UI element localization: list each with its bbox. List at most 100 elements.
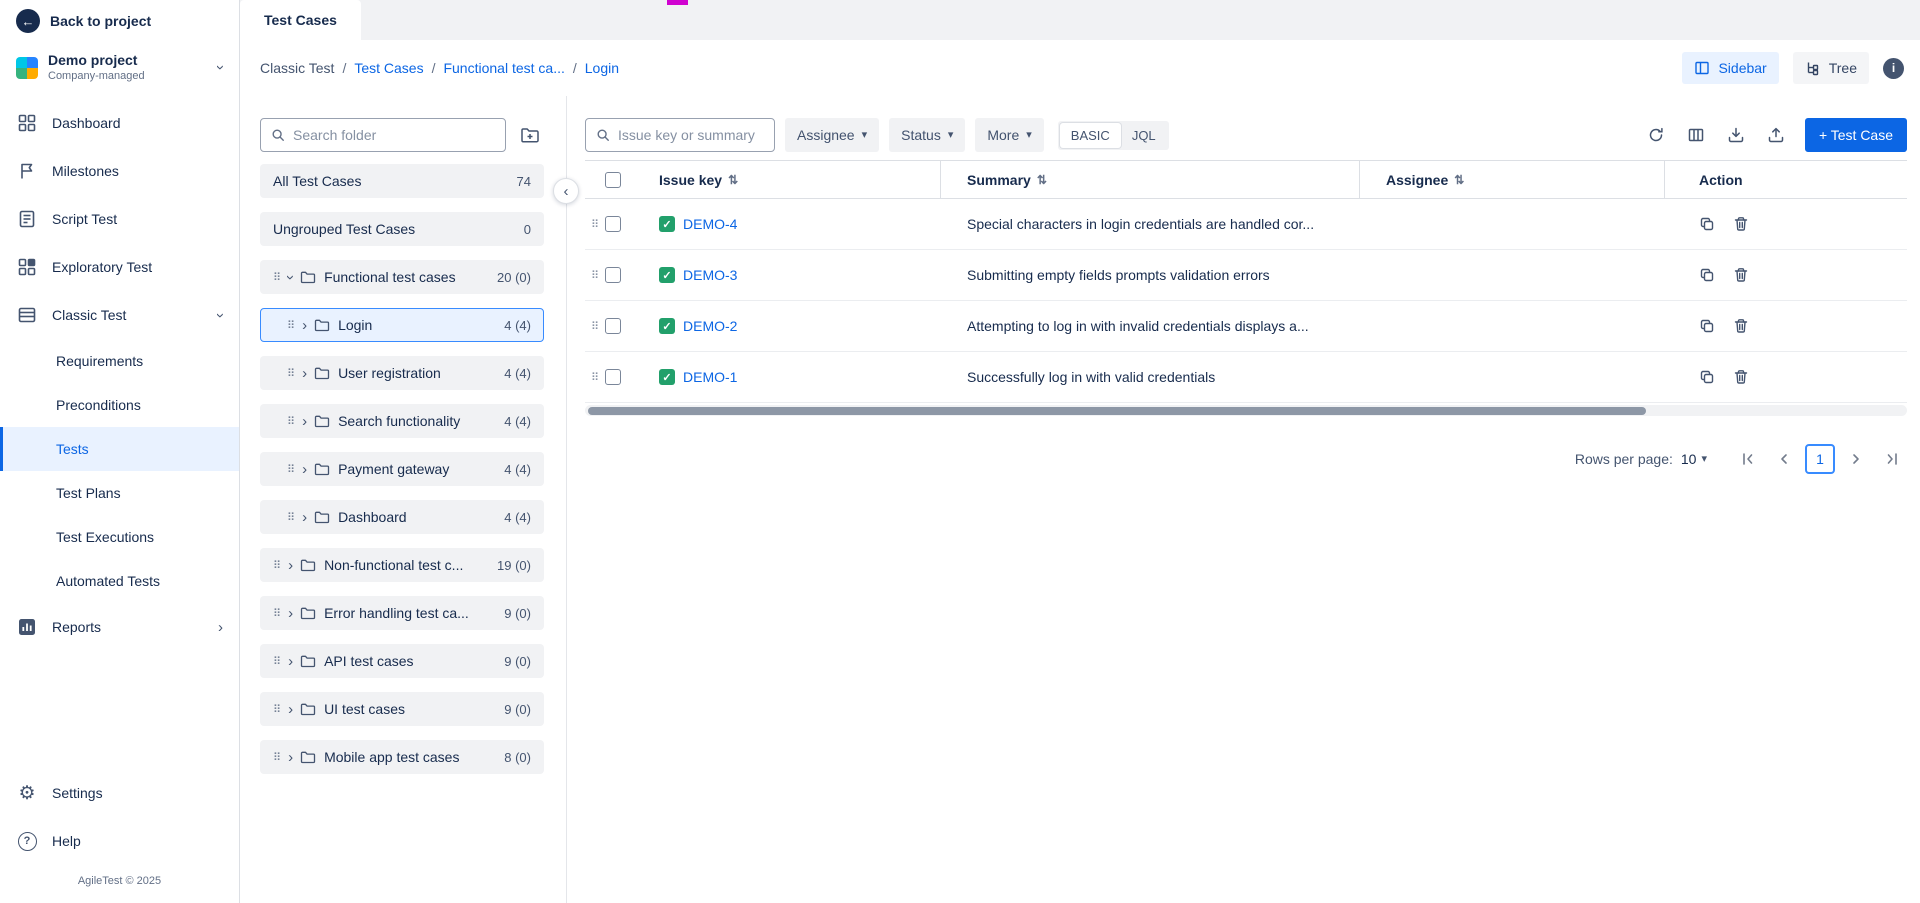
sort-icon[interactable]: ⇅ [1454,173,1464,187]
tab-test-cases[interactable]: Test Cases [240,0,361,40]
folder-item-ui-test-cases[interactable]: ⠿ › UI test cases 9 (0) [260,692,544,726]
sidebar-item-test-executions[interactable]: Test Executions [0,515,239,559]
tree-view-button[interactable]: Tree [1793,52,1869,84]
column-header-issue-key[interactable]: Issue key ⇅ [645,161,941,198]
sidebar-item-script-test[interactable]: Script Test [0,195,239,243]
folder-item-error-handling[interactable]: ⠿ › Error handling test ca... 9 (0) [260,596,544,630]
delete-icon[interactable] [1733,216,1749,232]
chevron-right-icon[interactable]: › [302,366,307,381]
previous-page-button[interactable] [1769,444,1799,474]
drag-handle-icon[interactable]: ⠿ [273,271,281,284]
sidebar-item-automated-tests[interactable]: Automated Tests [0,559,239,603]
download-icon[interactable] [1721,120,1751,150]
add-test-case-button[interactable]: + Test Case [1805,118,1907,152]
chevron-right-icon[interactable]: › [302,414,307,429]
delete-icon[interactable] [1733,318,1749,334]
breadcrumb-item[interactable]: Functional test ca... [443,60,564,76]
sidebar-item-test-plans[interactable]: Test Plans [0,471,239,515]
breadcrumb-item[interactable]: Login [585,60,619,76]
folder-item-api-test-cases[interactable]: ⠿ › API test cases 9 (0) [260,644,544,678]
issue-search-input[interactable] [618,127,764,143]
row-checkbox[interactable] [605,369,621,385]
folder-item-dashboard[interactable]: ⠿ › Dashboard 4 (4) [260,500,544,534]
chevron-right-icon[interactable]: › [288,558,293,573]
sort-icon[interactable]: ⇅ [1037,173,1047,187]
back-to-project-button[interactable]: ← Back to project [0,0,239,42]
jql-mode-button[interactable]: JQL [1121,123,1167,148]
add-folder-button[interactable] [516,121,544,149]
sidebar-view-button[interactable]: Sidebar [1682,52,1778,84]
status-filter-dropdown[interactable]: Status ▾ [889,118,965,152]
upload-icon[interactable] [1761,120,1791,150]
chevron-down-icon[interactable]: › [283,275,298,280]
delete-icon[interactable] [1733,267,1749,283]
basic-mode-button[interactable]: BASIC [1060,123,1121,148]
issue-key-link[interactable]: DEMO-2 [683,318,737,334]
folder-item-user-registration[interactable]: ⠿ › User registration 4 (4) [260,356,544,390]
chevron-right-icon[interactable]: › [302,510,307,525]
sidebar-item-preconditions[interactable]: Preconditions [0,383,239,427]
page-number-button[interactable]: 1 [1805,444,1835,474]
drag-handle-icon[interactable]: ⠿ [287,319,295,332]
row-checkbox[interactable] [605,216,621,232]
drag-handle-icon[interactable]: ⠿ [273,607,281,620]
drag-handle-icon[interactable]: ⠿ [287,415,295,428]
drag-handle-icon[interactable]: ⠿ [585,371,605,384]
next-page-button[interactable] [1841,444,1871,474]
sidebar-item-settings[interactable]: ⚙ Settings [0,769,239,817]
delete-icon[interactable] [1733,369,1749,385]
breadcrumb-item[interactable]: Test Cases [354,60,423,76]
sidebar-item-exploratory-test[interactable]: Exploratory Test [0,243,239,291]
info-icon[interactable]: i [1883,58,1904,79]
chevron-right-icon[interactable]: › [288,702,293,717]
folder-item-payment-gateway[interactable]: ⠿ › Payment gateway 4 (4) [260,452,544,486]
sidebar-item-milestones[interactable]: Milestones [0,147,239,195]
folder-item-mobile-app[interactable]: ⠿ › Mobile app test cases 8 (0) [260,740,544,774]
copy-icon[interactable] [1699,267,1715,283]
sidebar-item-reports[interactable]: Reports › [0,603,239,651]
chevron-right-icon[interactable]: › [302,462,307,477]
copy-icon[interactable] [1699,369,1715,385]
sidebar-item-tests[interactable]: Tests [0,427,239,471]
issue-key-link[interactable]: DEMO-3 [683,267,737,283]
drag-handle-icon[interactable]: ⠿ [287,367,295,380]
drag-handle-icon[interactable]: ⠿ [273,703,281,716]
refresh-icon[interactable] [1641,120,1671,150]
copy-icon[interactable] [1699,318,1715,334]
scrollbar-thumb[interactable] [588,407,1646,415]
chevron-right-icon[interactable]: › [288,654,293,669]
folder-item-search-functionality[interactable]: ⠿ › Search functionality 4 (4) [260,404,544,438]
last-page-button[interactable] [1877,444,1907,474]
assignee-filter-dropdown[interactable]: Assignee ▾ [785,118,879,152]
sidebar-item-dashboard[interactable]: Dashboard [0,99,239,147]
drag-handle-icon[interactable]: ⠿ [287,511,295,524]
drag-handle-icon[interactable]: ⠿ [273,751,281,764]
folder-item-non-functional[interactable]: ⠿ › Non-functional test c... 19 (0) [260,548,544,582]
chevron-right-icon[interactable]: › [302,318,307,333]
drag-handle-icon[interactable]: ⠿ [273,559,281,572]
columns-icon[interactable] [1681,120,1711,150]
chevron-right-icon[interactable]: › [288,606,293,621]
row-checkbox[interactable] [605,267,621,283]
issue-key-link[interactable]: DEMO-1 [683,369,737,385]
folder-item-login[interactable]: ⠿ › Login 4 (4) [260,308,544,342]
select-all-checkbox[interactable] [605,172,621,188]
sidebar-item-classic-test[interactable]: Classic Test › [0,291,239,339]
more-filter-dropdown[interactable]: More ▾ [975,118,1043,152]
chevron-right-icon[interactable]: › [288,750,293,765]
copy-icon[interactable] [1699,216,1715,232]
project-switcher[interactable]: Demo project Company-managed › [0,42,239,99]
drag-handle-icon[interactable]: ⠿ [287,463,295,476]
row-checkbox[interactable] [605,318,621,334]
sidebar-item-requirements[interactable]: Requirements [0,339,239,383]
folder-item-functional-test-cases[interactable]: ⠿ › Functional test cases 20 (0) [260,260,544,294]
rows-per-page-select[interactable]: 10 ▾ [1681,451,1707,467]
column-header-assignee[interactable]: Assignee ⇅ [1360,161,1665,198]
collapse-panel-button[interactable]: ‹ [553,178,579,204]
drag-handle-icon[interactable]: ⠿ [273,655,281,668]
folder-item-ungrouped[interactable]: Ungrouped Test Cases 0 [260,212,544,246]
drag-handle-icon[interactable]: ⠿ [585,269,605,282]
first-page-button[interactable] [1733,444,1763,474]
breadcrumb-item[interactable]: Classic Test [260,60,334,76]
drag-handle-icon[interactable]: ⠿ [585,218,605,231]
